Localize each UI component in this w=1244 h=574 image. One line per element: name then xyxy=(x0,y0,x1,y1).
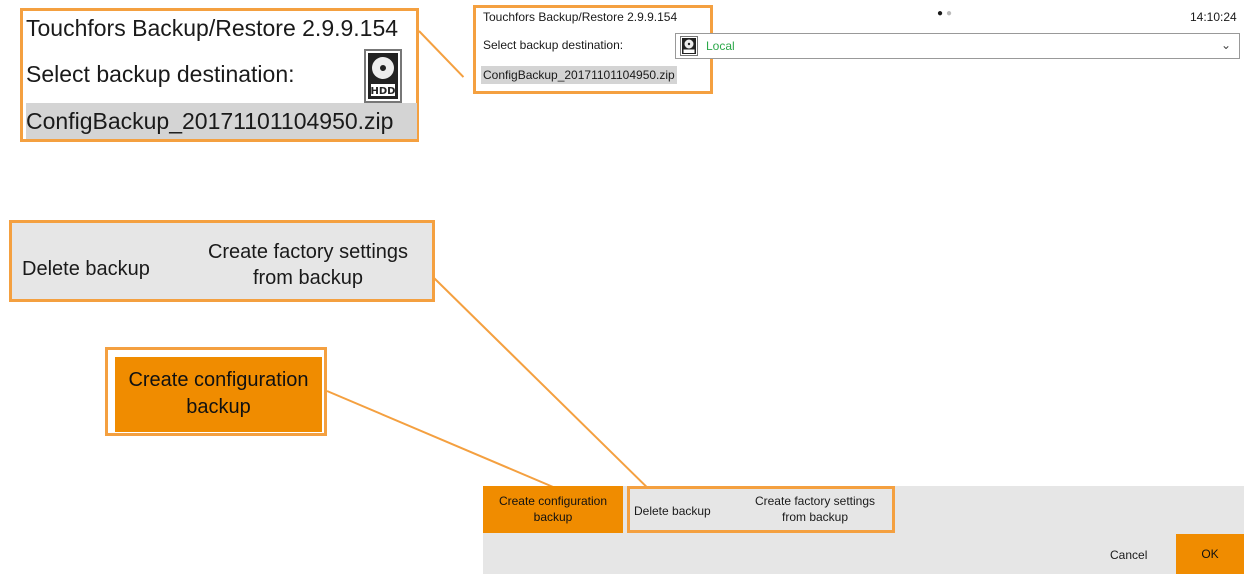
zoom-callout-create: Create configuration backup xyxy=(105,347,327,436)
zoom-create-factory-line2: from backup xyxy=(252,267,364,289)
destination-value: Local xyxy=(706,39,735,53)
create-backup-line2: backup xyxy=(533,510,573,524)
zoom-create-factory-line1: Create factory settings xyxy=(207,241,409,263)
svg-text:HDD: HDD xyxy=(371,86,396,97)
zoom-create-factory-button: Create factory settings from backup xyxy=(190,239,426,291)
destination-label: Select backup destination: xyxy=(483,38,624,52)
page-dot-active[interactable]: ● xyxy=(937,8,946,19)
chevron-down-icon[interactable]: ⌄ xyxy=(1221,38,1231,52)
zoom-callout-buttons: Delete backup Create factory settings fr… xyxy=(9,220,435,302)
zoom-destination-label: Select backup destination: xyxy=(26,61,295,87)
zoom-create-backup-line2: backup xyxy=(186,396,251,418)
zoom-delete-backup-button: Delete backup xyxy=(22,258,150,280)
clock: 14:10:24 xyxy=(1190,10,1237,24)
zoom-app-title: Touchfors Backup/Restore 2.9.9.154 xyxy=(26,15,399,41)
ok-button[interactable]: OK xyxy=(1176,534,1244,574)
callout-line-create xyxy=(326,390,569,495)
zoom-backup-file: ConfigBackup_20171101104950.zip xyxy=(26,103,417,139)
app-title: Touchfors Backup/Restore 2.9.9.154 xyxy=(483,10,678,24)
create-backup-line1: Create configuration xyxy=(498,494,608,508)
create-factory-line1: Create factory settings xyxy=(754,494,876,508)
create-configuration-backup-button[interactable]: Create configuration backup xyxy=(483,486,623,533)
delete-backup-button[interactable]: Delete backup xyxy=(634,503,711,519)
hdd-icon: HDD xyxy=(364,49,402,103)
create-factory-settings-button[interactable]: Create factory settings from backup xyxy=(740,493,890,525)
create-factory-line2: from backup xyxy=(781,510,849,524)
backup-file-list: ConfigBackup_20171101104950.zip xyxy=(473,60,713,94)
callout-line-header xyxy=(418,30,465,78)
zoom-create-backup-button: Create configuration backup xyxy=(115,357,322,432)
hdd-icon xyxy=(680,36,698,56)
backup-file-item[interactable]: ConfigBackup_20171101104950.zip xyxy=(481,66,677,84)
backup-actions-group: Delete backup Create factory settings fr… xyxy=(627,486,895,533)
zoom-create-backup-line1: Create configuration xyxy=(128,369,309,391)
page-dot-inactive[interactable]: ● xyxy=(946,8,955,19)
zoom-callout-header: Touchfors Backup/Restore 2.9.9.154 Selec… xyxy=(20,8,419,142)
destination-select[interactable]: Local ⌄ xyxy=(675,33,1240,59)
cancel-button[interactable]: Cancel xyxy=(1110,548,1147,562)
page-indicator[interactable]: ●● xyxy=(937,8,955,19)
